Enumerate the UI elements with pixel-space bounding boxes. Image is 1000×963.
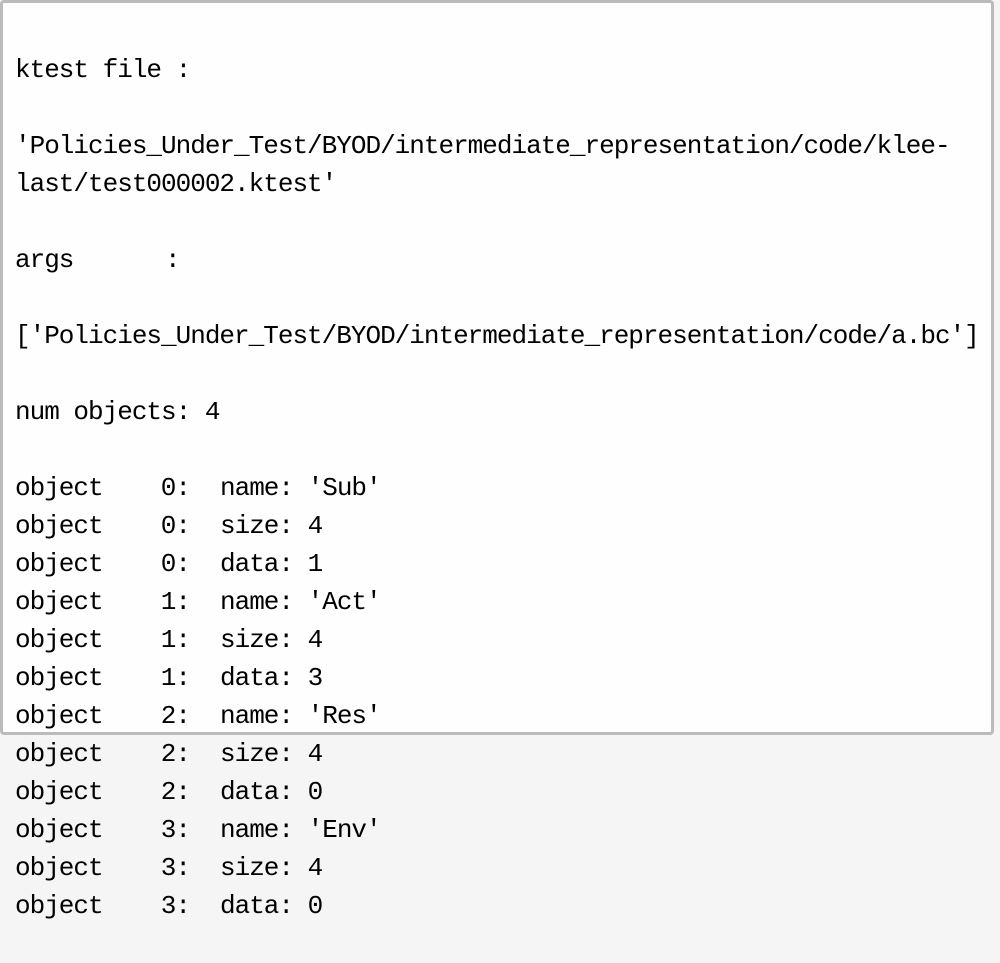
- object-field: data: 0: [220, 773, 322, 811]
- object-line: object2:name: 'Res': [15, 697, 979, 735]
- num-objects-line: num objects: 4: [15, 393, 979, 431]
- object-line: object2:data: 0: [15, 773, 979, 811]
- object-field: size: 4: [220, 849, 322, 887]
- object-index: 3:: [130, 887, 220, 925]
- object-prefix: object: [15, 773, 130, 811]
- object-index: 3:: [130, 849, 220, 887]
- object-field: size: 4: [220, 621, 322, 659]
- object-line: object1:name: 'Act': [15, 583, 979, 621]
- object-field: name: 'Env': [220, 811, 381, 849]
- object-prefix: object: [15, 469, 130, 507]
- object-index: 2:: [130, 773, 220, 811]
- object-prefix: object: [15, 545, 130, 583]
- object-line: object1:data: 3: [15, 659, 979, 697]
- object-prefix: object: [15, 697, 130, 735]
- object-prefix: object: [15, 583, 130, 621]
- object-index: 0:: [130, 469, 220, 507]
- args-line: args:: [15, 241, 979, 279]
- object-prefix: object: [15, 811, 130, 849]
- ktest-file-label: ktest file :: [15, 51, 979, 89]
- ktest-file-path: 'Policies_Under_Test/BYOD/intermediate_r…: [15, 127, 979, 203]
- num-objects-value: 4: [205, 397, 220, 427]
- object-line: object0:data: 1: [15, 545, 979, 583]
- object-index: 0:: [130, 545, 220, 583]
- object-prefix: object: [15, 849, 130, 887]
- terminal-output: ktest file : 'Policies_Under_Test/BYOD/i…: [0, 0, 994, 735]
- object-index: 3:: [130, 811, 220, 849]
- objects-list: object0:name: 'Sub'object0:size: 4object…: [15, 469, 979, 925]
- object-prefix: object: [15, 659, 130, 697]
- object-line: object0:name: 'Sub': [15, 469, 979, 507]
- args-value: ['Policies_Under_Test/BYOD/intermediate_…: [15, 317, 979, 355]
- object-prefix: object: [15, 507, 130, 545]
- object-field: data: 1: [220, 545, 322, 583]
- num-objects-label: num objects:: [15, 397, 190, 427]
- object-line: object3:name: 'Env': [15, 811, 979, 849]
- object-field: name: 'Res': [220, 697, 381, 735]
- args-colon: :: [165, 241, 180, 279]
- object-line: object1:size: 4: [15, 621, 979, 659]
- object-index: 1:: [130, 583, 220, 621]
- args-label: args: [15, 241, 165, 279]
- object-field: name: 'Sub': [220, 469, 381, 507]
- object-index: 0:: [130, 507, 220, 545]
- object-field: data: 0: [220, 887, 322, 925]
- object-index: 2:: [130, 697, 220, 735]
- object-index: 1:: [130, 621, 220, 659]
- object-prefix: object: [15, 621, 130, 659]
- object-field: name: 'Act': [220, 583, 381, 621]
- object-field: size: 4: [220, 507, 322, 545]
- object-line: object3:data: 0: [15, 887, 979, 925]
- object-index: 1:: [130, 659, 220, 697]
- object-line: object3:size: 4: [15, 849, 979, 887]
- object-prefix: object: [15, 887, 130, 925]
- object-field: data: 3: [220, 659, 322, 697]
- object-line: object0:size: 4: [15, 507, 979, 545]
